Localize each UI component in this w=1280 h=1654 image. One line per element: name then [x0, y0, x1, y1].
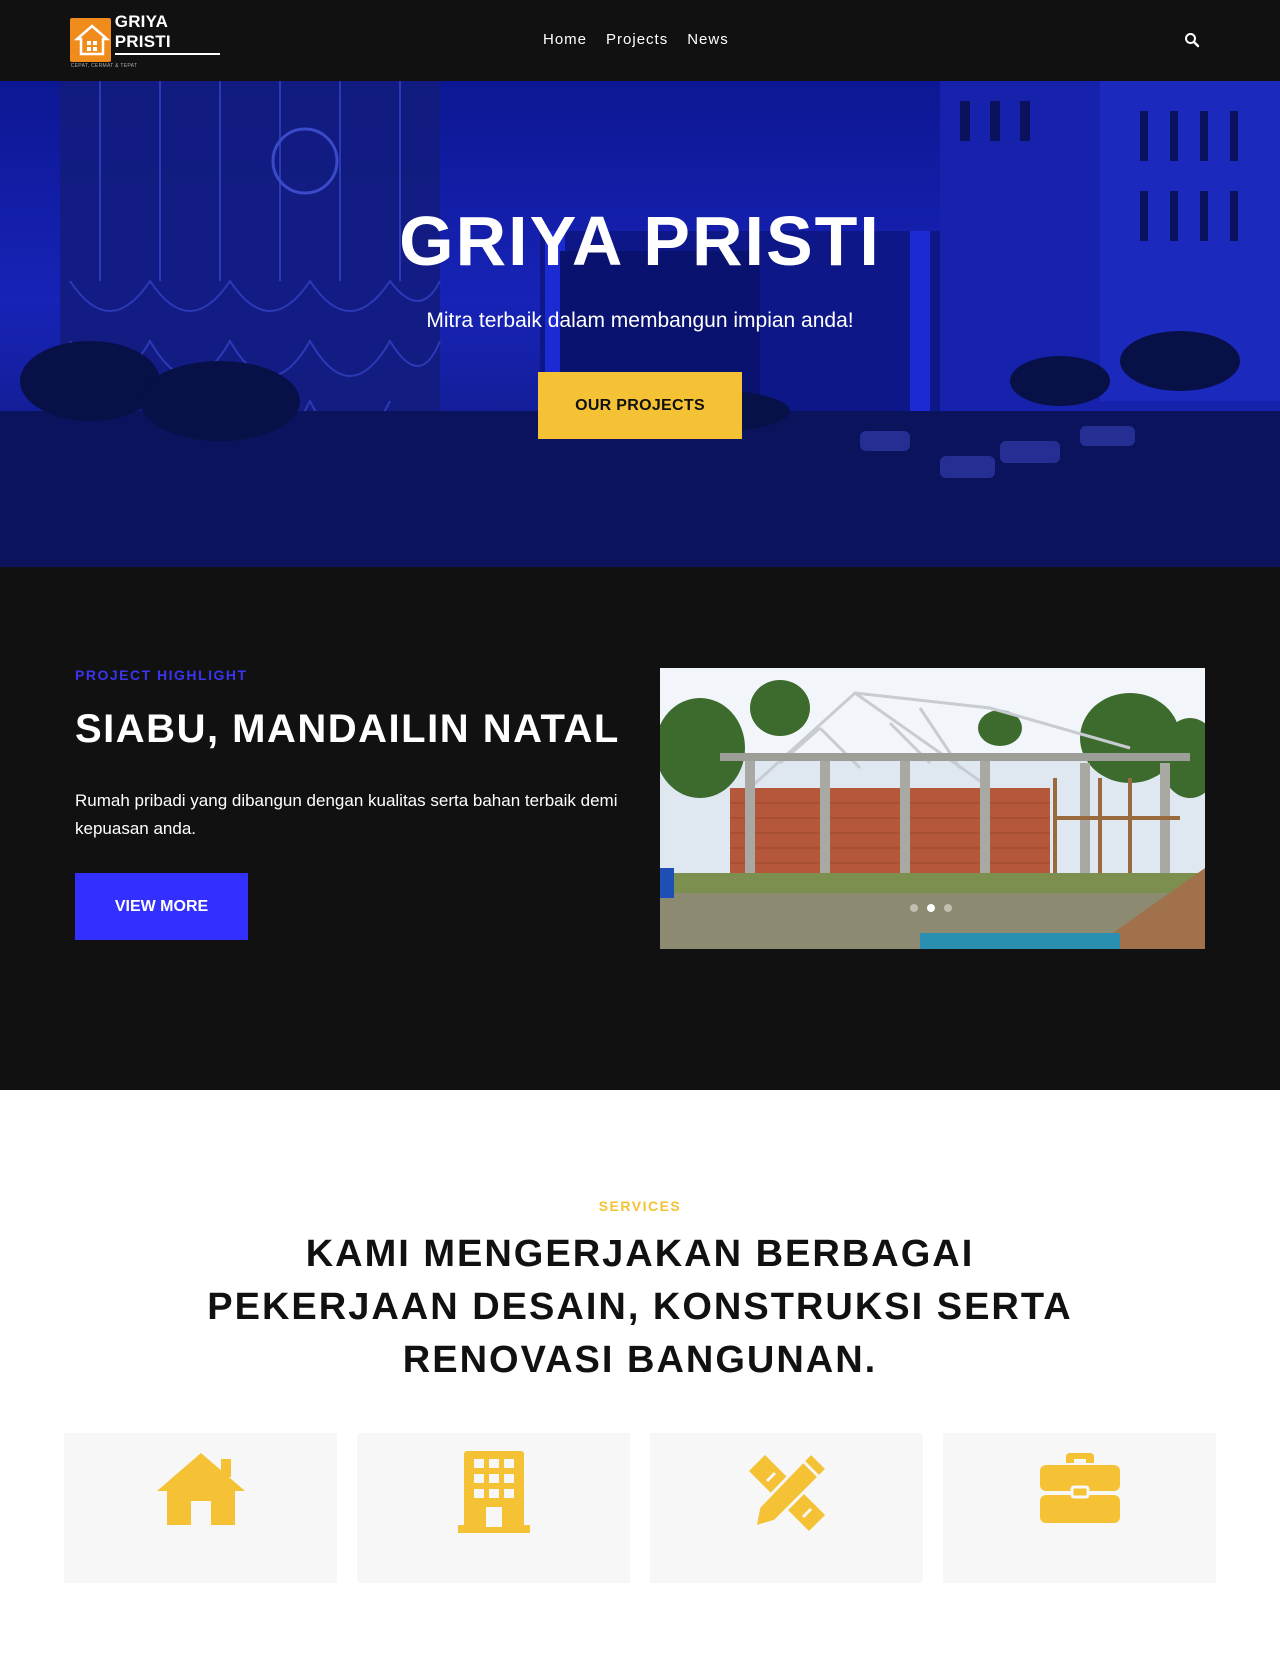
highlight-title: SIABU, MANDAILIN NATAL — [75, 707, 620, 751]
highlight-eyebrow: PROJECT HIGHLIGHT — [75, 667, 248, 683]
services-eyebrow: SERVICES — [598, 1198, 682, 1214]
hero-banner: GRIYA PRISTI Mitra terbaik dalam membang… — [0, 81, 1280, 567]
nav-projects[interactable]: Projects — [606, 31, 668, 48]
nav-home[interactable]: Home — [543, 31, 587, 48]
our-projects-button[interactable]: OUR PROJECTS — [538, 372, 742, 439]
search-icon[interactable] — [1184, 32, 1202, 50]
service-card-building[interactable] — [357, 1433, 630, 1583]
nav-news[interactable]: News — [687, 31, 729, 48]
home-icon — [156, 1453, 245, 1525]
project-photo-carousel[interactable] — [660, 668, 1205, 949]
pencil-ruler-icon — [748, 1451, 829, 1531]
carousel-dot[interactable] — [910, 904, 918, 912]
services-cards — [64, 1433, 1216, 1583]
briefcase-icon — [1039, 1453, 1120, 1523]
house-logo-icon — [70, 18, 111, 62]
view-more-button[interactable]: VIEW MORE — [75, 873, 248, 940]
services-section: SERVICES KAMI MENGERJAKAN BERBAGAI PEKER… — [0, 1090, 1280, 1654]
brand-logo[interactable]: GRIYA PRISTI CEPAT, CERMAT & TEPAT — [70, 12, 220, 69]
carousel-dot-active[interactable] — [927, 904, 935, 912]
carousel-dot[interactable] — [944, 904, 952, 912]
project-highlight-section: PROJECT HIGHLIGHT SIABU, MANDAILIN NATAL… — [0, 567, 1280, 1090]
main-nav: Home Projects News — [543, 31, 729, 48]
brand-name: GRIYA PRISTI — [114, 12, 220, 55]
service-card-design[interactable] — [650, 1433, 923, 1583]
building-icon — [457, 1451, 530, 1533]
hero-title: GRIYA PRISTI — [399, 202, 881, 280]
service-card-home[interactable] — [64, 1433, 337, 1583]
carousel-dots — [910, 904, 952, 912]
site-header: GRIYA PRISTI CEPAT, CERMAT & TEPAT Home … — [0, 0, 1280, 81]
brand-tagline: CEPAT, CERMAT & TEPAT — [70, 62, 138, 69]
services-title: KAMI MENGERJAKAN BERBAGAI PEKERJAAN DESA… — [207, 1233, 1073, 1381]
hero-subtitle: Mitra terbaik dalam membangun impian and… — [426, 309, 854, 332]
service-card-briefcase[interactable] — [943, 1433, 1216, 1583]
highlight-description: Rumah pribadi yang dibangun dengan kuali… — [75, 791, 618, 838]
